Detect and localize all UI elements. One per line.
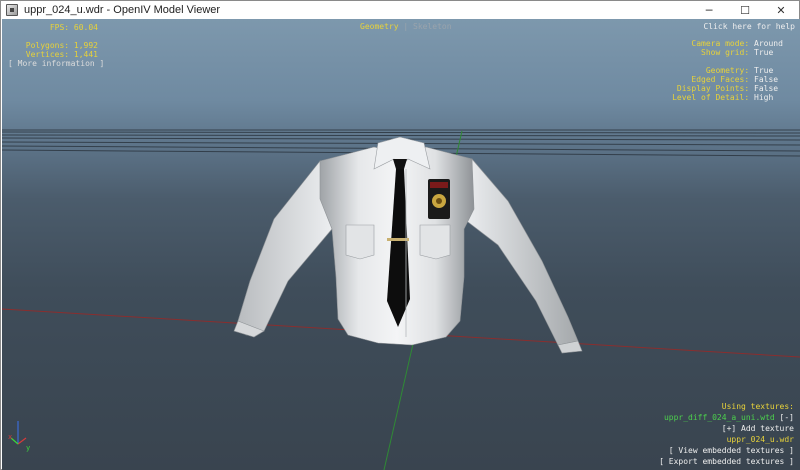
camera-mode-value[interactable]: Around: [754, 39, 790, 48]
display-points-value[interactable]: False: [754, 84, 790, 93]
view-embedded-textures-button[interactable]: [ View embedded textures ]: [659, 446, 794, 455]
model-viewport[interactable]: x y FPS: 60.04 Polygons: 1,992 Vertices:…: [2, 19, 800, 470]
level-of-detail-label: Level of Detail:: [672, 93, 750, 102]
textures-heading: Using textures:: [721, 402, 794, 411]
stats-panel: FPS: 60.04 Polygons: 1,992 Vertices: 1,4…: [10, 23, 98, 59]
close-button[interactable]: ✕: [763, 1, 799, 19]
vertices-readout: Vertices: 1,441: [25, 50, 98, 59]
window-controls: ─ ☐ ✕: [691, 1, 799, 19]
textures-panel: Using textures: uppr_diff_024_a_uni.wtd …: [659, 402, 794, 468]
edged-faces-value[interactable]: False: [754, 75, 790, 84]
more-information-link[interactable]: [ More information ]: [8, 59, 104, 68]
edged-faces-label: Edged Faces:: [691, 75, 750, 84]
show-grid-setting[interactable]: Show grid: True: [672, 48, 790, 57]
openiv-app-icon: [6, 4, 18, 16]
level-of-detail-setting[interactable]: Level of Detail: High: [672, 93, 790, 102]
minimize-button[interactable]: ─: [691, 1, 727, 19]
tab-skeleton[interactable]: Skeleton: [413, 22, 452, 31]
axis-x-label: x: [8, 433, 12, 441]
shirt-model[interactable]: [233, 136, 583, 354]
show-grid-label: Show grid:: [701, 48, 750, 57]
edged-faces-setting[interactable]: Edged Faces: False: [672, 75, 790, 84]
polygons-readout: Polygons: 1,992: [25, 41, 98, 50]
settings-panel: Camera mode: Around Show grid: True Geom…: [672, 39, 790, 102]
fps-readout: FPS: 60.04: [49, 23, 98, 32]
show-grid-value[interactable]: True: [754, 48, 790, 57]
add-texture-button[interactable]: [+] Add texture: [659, 424, 794, 433]
help-link[interactable]: Click here for help: [703, 22, 795, 31]
export-embedded-textures-button[interactable]: [ Export embedded textures ]: [659, 457, 794, 466]
geometry-label: Geometry:: [705, 66, 750, 75]
tab-geometry[interactable]: Geometry: [360, 22, 399, 31]
camera-mode-label: Camera mode:: [691, 39, 750, 48]
display-points-label: Display Points:: [676, 84, 750, 93]
texture-file-link[interactable]: uppr_diff_024_a_uni.wtd: [664, 413, 775, 422]
view-mode-tabs: Geometry | Skeleton: [360, 22, 452, 31]
remove-texture-button[interactable]: [-]: [780, 413, 794, 422]
geometry-value[interactable]: True: [754, 66, 790, 75]
app-window: uppr_024_u.wdr - OpenIV Model Viewer ─ ☐…: [0, 0, 800, 470]
display-points-setting[interactable]: Display Points: False: [672, 84, 790, 93]
model-file-label: uppr_024_u.wdr: [726, 435, 794, 444]
geometry-setting[interactable]: Geometry: True: [672, 66, 790, 75]
tab-separator: |: [403, 22, 409, 31]
camera-mode-setting[interactable]: Camera mode: Around: [672, 39, 790, 48]
axis-y-label: y: [26, 444, 30, 452]
title-bar[interactable]: uppr_024_u.wdr - OpenIV Model Viewer ─ ☐…: [1, 1, 799, 19]
level-of-detail-value[interactable]: High: [754, 93, 790, 102]
axis-gizmo: x y: [8, 421, 30, 452]
window-title: uppr_024_u.wdr - OpenIV Model Viewer: [24, 4, 221, 16]
maximize-button[interactable]: ☐: [727, 1, 763, 19]
